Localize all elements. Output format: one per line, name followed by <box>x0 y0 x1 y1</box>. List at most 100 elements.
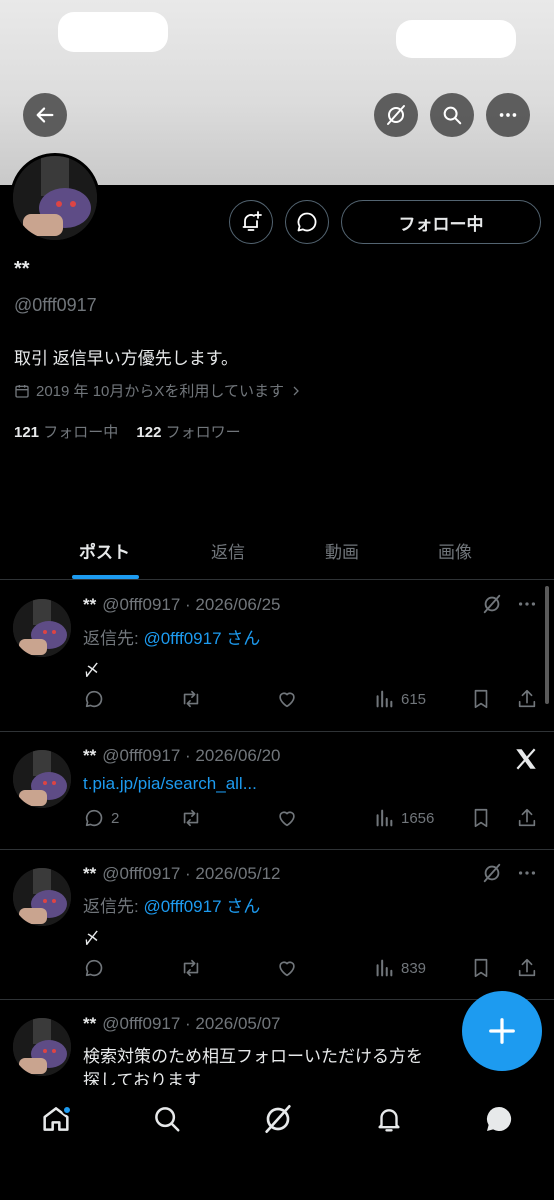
post-header: ** @0fff0917 · 2026/05/12 <box>83 864 281 884</box>
more-button[interactable] <box>486 93 530 137</box>
share-button[interactable] <box>516 688 538 710</box>
share-button[interactable] <box>516 807 538 829</box>
views-button[interactable]: 1656 <box>373 807 434 829</box>
tab-images[interactable]: 画像 <box>438 538 472 563</box>
post-actions: 839 <box>83 957 543 983</box>
nav-home[interactable] <box>36 1099 76 1139</box>
post-link[interactable]: t.pia.jp/pia/search_all... <box>83 774 257 794</box>
back-arrow-icon <box>36 107 54 123</box>
reply-context: 返信先: @0fff0917 さん <box>83 892 260 917</box>
followers-link[interactable]: 122 フォロワー <box>136 424 240 441</box>
nav-grok[interactable] <box>258 1099 298 1139</box>
compose-plus-icon <box>489 1018 515 1044</box>
repost-icon <box>183 809 199 827</box>
message-button[interactable] <box>285 200 329 244</box>
post-author[interactable]: ** <box>83 864 96 883</box>
followers-count: 122 <box>136 424 162 441</box>
share-button[interactable] <box>516 957 538 979</box>
reply-button[interactable] <box>83 688 105 710</box>
repost-button[interactable] <box>179 688 203 710</box>
bookmark-icon <box>474 958 488 978</box>
reply-prefix: 返信先: <box>83 629 144 648</box>
more-icon[interactable] <box>516 862 538 884</box>
post-text: 〆 <box>83 661 100 680</box>
post-header: ** @0fff0917 · 2026/06/20 <box>83 746 281 766</box>
profile-handle: @0fff0917 <box>14 295 97 315</box>
bookmark-button[interactable] <box>470 957 492 979</box>
notifications-icon <box>378 1109 400 1132</box>
post-item[interactable]: ** @0fff0917 · 2026/06/20 t.pia.jp/pia/se… <box>0 732 554 850</box>
reply-button[interactable] <box>83 957 105 979</box>
profile-bio: 取引 返信早い方優先します。 <box>14 349 239 368</box>
calendar-icon <box>15 384 29 398</box>
profile-avatar[interactable] <box>10 153 100 243</box>
nav-messages[interactable] <box>479 1099 519 1139</box>
reply-icon <box>85 809 103 827</box>
post-avatar[interactable] <box>13 599 71 657</box>
bookmark-button[interactable] <box>470 807 492 829</box>
messages-icon <box>486 1106 512 1131</box>
more-icon <box>499 113 517 117</box>
repost-button[interactable] <box>179 957 203 979</box>
post-meta: @0fff0917 · 2026/06/25 <box>102 595 281 614</box>
bookmark-button[interactable] <box>470 688 492 710</box>
compose-button[interactable] <box>462 991 542 1071</box>
home-unread-dot <box>62 1105 72 1115</box>
repost-button[interactable] <box>179 807 203 829</box>
grok-button[interactable] <box>374 93 418 137</box>
x-logo-icon <box>516 748 536 770</box>
views-count: 839 <box>401 959 427 977</box>
follow-counts: 121 フォロー中 122 フォロワー <box>14 421 241 442</box>
nav-search[interactable] <box>147 1099 187 1139</box>
like-button[interactable] <box>276 957 298 979</box>
search-button[interactable] <box>430 93 474 137</box>
share-icon <box>518 808 536 827</box>
grok-icon[interactable] <box>481 862 503 884</box>
active-tab-indicator <box>72 575 139 579</box>
joined-date[interactable]: 2019 年 10月からXを利用しています <box>14 380 302 401</box>
tab-replies[interactable]: 返信 <box>211 538 245 563</box>
post-author[interactable]: ** <box>83 746 96 765</box>
repost-icon <box>183 959 199 977</box>
post-item[interactable]: ** @0fff0917 · 2026/05/12 返信先: @0fff0917 … <box>0 850 554 1000</box>
reply-context: 返信先: @0fff0917 さん <box>83 624 260 649</box>
following-link[interactable]: 121 フォロー中 <box>14 424 122 441</box>
more-icon[interactable] <box>516 593 538 615</box>
post-item[interactable]: ** @0fff0917 · 2026/06/25 返信先: @0fff0917 … <box>0 581 554 732</box>
tab-posts[interactable]: ポスト <box>79 538 130 563</box>
followers-label: フォロワー <box>165 424 241 441</box>
following-label: フォロー中 <box>43 424 119 441</box>
search-icon <box>155 1107 180 1132</box>
like-button[interactable] <box>276 688 298 710</box>
reply-to-link[interactable]: @0fff0917 さん <box>143 897 260 916</box>
chevron-right-icon <box>293 386 299 395</box>
following-button[interactable]: フォロー中 <box>341 200 541 244</box>
post-avatar[interactable] <box>13 750 71 808</box>
views-count: 615 <box>401 690 427 708</box>
like-button[interactable] <box>276 807 298 829</box>
bell-plus-icon <box>242 211 262 231</box>
post-meta: @0fff0917 · 2026/06/20 <box>102 746 281 765</box>
back-button[interactable] <box>23 93 67 137</box>
bookmark-icon <box>474 689 488 709</box>
reply-count: 2 <box>111 809 120 827</box>
post-avatar[interactable] <box>13 1018 71 1076</box>
share-icon <box>518 689 536 708</box>
post-author[interactable]: ** <box>83 1014 96 1033</box>
post-author[interactable]: ** <box>83 595 96 614</box>
reply-icon <box>85 959 103 977</box>
grok-icon[interactable] <box>481 593 503 615</box>
views-button[interactable]: 615 <box>373 688 426 710</box>
notify-button[interactable] <box>229 200 273 244</box>
reply-to-link[interactable]: @0fff0917 さん <box>143 629 260 648</box>
profile-name: ** <box>14 258 30 280</box>
nav-notifications[interactable] <box>369 1099 409 1139</box>
grok-icon <box>387 105 405 125</box>
post-meta: @0fff0917 · 2026/05/12 <box>102 864 281 883</box>
tab-videos[interactable]: 動画 <box>325 538 359 563</box>
redacted-area-left <box>58 12 168 52</box>
post-avatar[interactable] <box>13 868 71 926</box>
views-button[interactable]: 839 <box>373 957 426 979</box>
reply-button[interactable]: 2 <box>83 807 119 829</box>
bottom-nav <box>0 1085 554 1200</box>
